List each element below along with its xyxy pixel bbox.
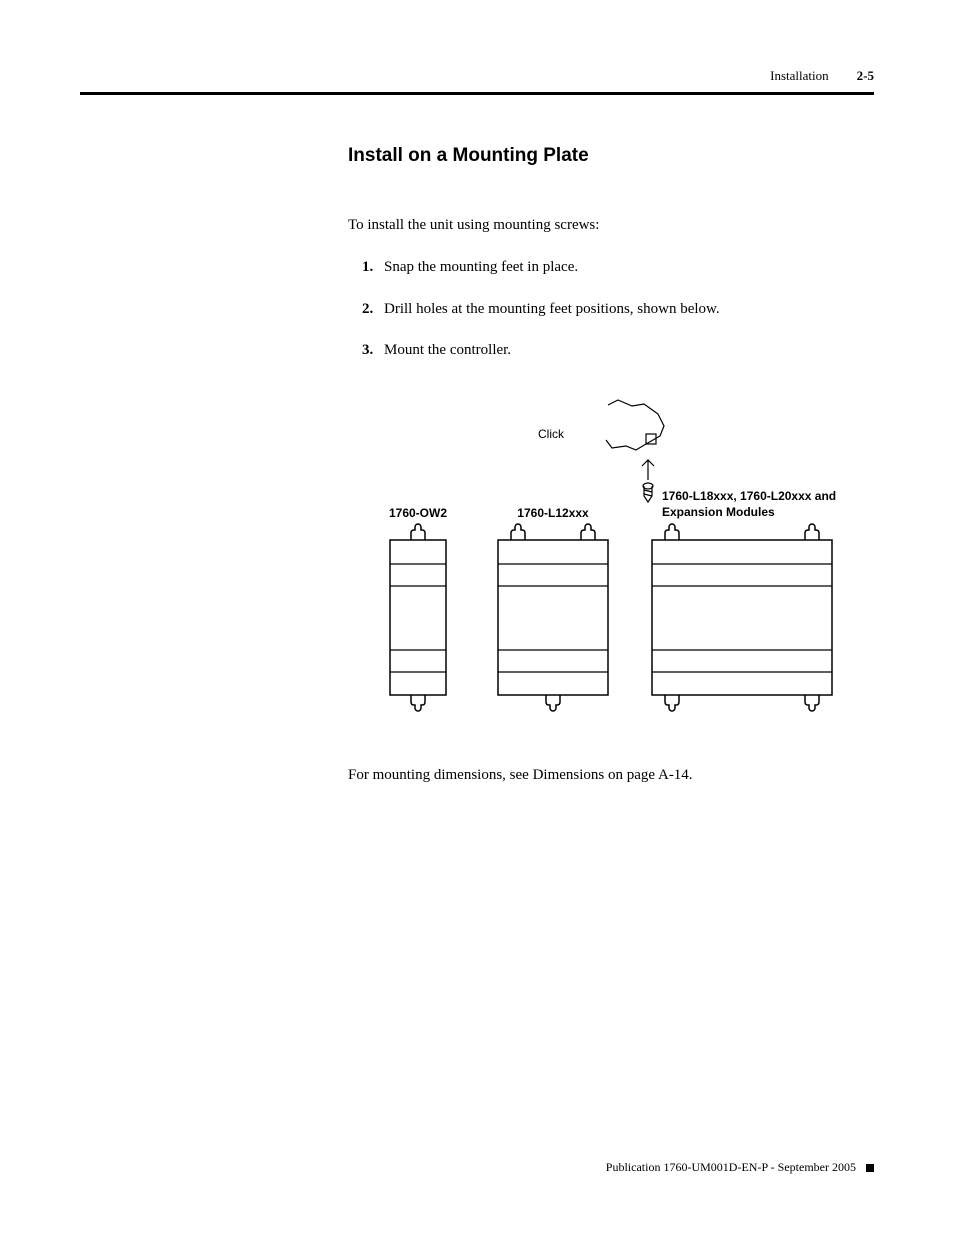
page-footer: Publication 1760-UM001D-EN-P - September… (606, 1160, 874, 1175)
publication-info: Publication 1760-UM001D-EN-P - September… (606, 1160, 856, 1175)
col2-label: 1760-L12xxx (517, 506, 589, 520)
module-1760-l18xxx-l20xxx (652, 524, 832, 711)
intro-paragraph: To install the unit using mounting screw… (348, 215, 874, 237)
step-number: 3. (362, 340, 384, 362)
step-text: Snap the mounting feet in place. (384, 259, 578, 275)
section-heading: Install on a Mounting Plate (348, 145, 874, 167)
steps-list: 1.Snap the mounting feet in place. 2.Dri… (362, 257, 874, 362)
header-section-name: Installation (770, 68, 829, 84)
footer-marker-icon (866, 1164, 874, 1172)
module-1760-ow2 (390, 524, 446, 711)
step-3: 3.Mount the controller. (362, 340, 874, 362)
step-number: 1. (362, 257, 384, 279)
step-number: 2. (362, 299, 384, 321)
click-label: Click (538, 427, 565, 441)
drill-icon (606, 400, 664, 502)
col3-label-line1: 1760-L18xxx, 1760-L20xxx and (662, 489, 836, 503)
page-header: Installation 2-5 (80, 68, 874, 95)
header-page-number: 2-5 (857, 68, 874, 84)
col1-label: 1760-OW2 (389, 506, 447, 520)
module-1760-l12xxx (498, 524, 608, 711)
col3-label-line2: Expansion Modules (662, 505, 775, 519)
step-2: 2.Drill holes at the mounting feet posit… (362, 299, 874, 321)
mounting-diagram: Click 1760-OW2 (348, 390, 874, 735)
step-text: Mount the controller. (384, 342, 511, 358)
step-1: 1.Snap the mounting feet in place. (362, 257, 874, 279)
after-diagram-paragraph: For mounting dimensions, see Dimensions … (348, 765, 874, 787)
step-text: Drill holes at the mounting feet positio… (384, 301, 720, 317)
